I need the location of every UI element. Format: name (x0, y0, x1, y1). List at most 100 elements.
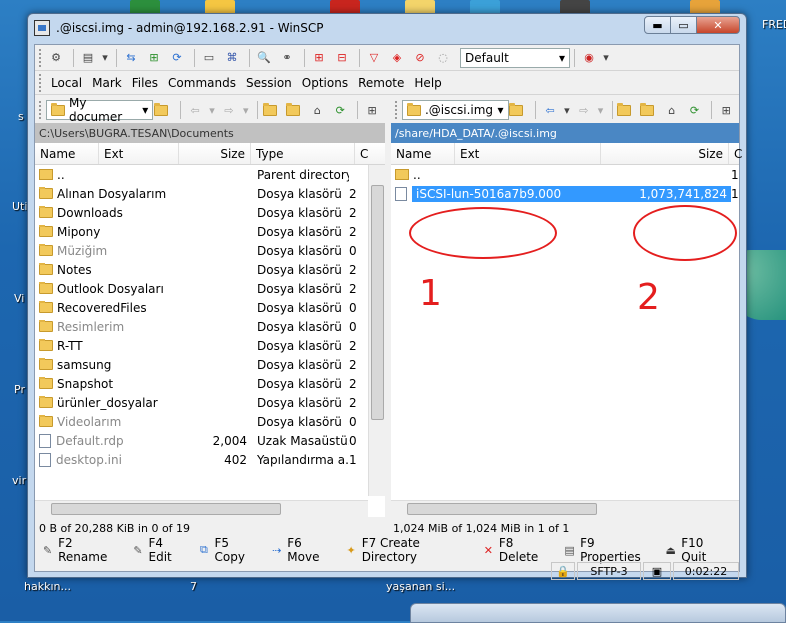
fkey-button[interactable]: ✦ F7 Create Directory (345, 536, 472, 564)
column-ext[interactable]: Ext (99, 143, 179, 164)
scrollbar-thumb[interactable] (407, 503, 597, 515)
menu-session[interactable]: Session (241, 76, 297, 90)
table-row[interactable]: RecoveredFiles Dosya klasörü 0 (35, 298, 385, 317)
column-name[interactable]: Name (35, 143, 99, 164)
menu-options[interactable]: Options (297, 76, 353, 90)
menu-files[interactable]: Files (127, 76, 163, 90)
menu-mark[interactable]: Mark (87, 76, 127, 90)
table-row[interactable]: Outlook Dosyaları Dosya klasörü 2 (35, 279, 385, 298)
dropdown-arrow-icon[interactable]: ▾ (101, 49, 109, 67)
refresh-icon[interactable]: ⟳ (685, 101, 705, 119)
keep-up-to-date-icon[interactable]: ⚭ (277, 49, 297, 67)
synchronize-icon[interactable]: ⇆ (121, 49, 141, 67)
fkey-button[interactable]: ✕ F8 Delete (482, 536, 553, 564)
column-changed[interactable]: C (729, 143, 742, 164)
globe-icon[interactable]: ◉ (579, 49, 599, 67)
fkey-button[interactable]: ⧉ F5 Copy (197, 536, 260, 564)
forward-arrow-icon[interactable]: ⇨ (574, 101, 594, 119)
table-row[interactable]: Snapshot Dosya klasörü 2 (35, 374, 385, 393)
table-row[interactable]: Resimlerim Dosya klasörü 0 (35, 317, 385, 336)
local-horizontal-scrollbar[interactable] (35, 500, 368, 517)
menu-commands[interactable]: Commands (163, 76, 241, 90)
dropdown-arrow-icon[interactable]: ▾ (563, 101, 571, 119)
table-row[interactable]: Videolarım Dosya klasörü 0 (35, 412, 385, 431)
putty-icon[interactable]: ⌘ (222, 49, 242, 67)
table-row[interactable]: desktop.ini 402 Yapılandırma a... 1 (35, 450, 385, 469)
column-name[interactable]: Name (391, 143, 455, 164)
root-directory-icon[interactable] (285, 101, 305, 119)
table-row[interactable]: .. 1 (391, 165, 739, 184)
console-icon[interactable]: ▭ (199, 49, 219, 67)
remote-horizontal-scrollbar[interactable] (391, 500, 739, 517)
background-window[interactable] (410, 603, 786, 623)
maximize-button[interactable]: ▭ (670, 16, 697, 34)
home-icon[interactable]: ⌂ (307, 101, 327, 119)
refresh-icon[interactable]: ⟳ (330, 101, 350, 119)
root-directory-icon[interactable] (639, 101, 659, 119)
title-bar[interactable]: .@iscsi.img - admin@192.168.2.91 - WinSC… (28, 14, 746, 42)
forward-arrow-icon[interactable]: ⇨ (219, 101, 239, 119)
table-row[interactable]: Müziğim Dosya klasörü 0 (35, 241, 385, 260)
table-row[interactable]: Default.rdp 2,004 Uzak Masaüstü... 0 (35, 431, 385, 450)
table-row[interactable]: R-TT Dosya klasörü 2 (35, 336, 385, 355)
queue-icon[interactable]: ▤ (78, 49, 98, 67)
fkey-button[interactable]: ✎ F4 Edit (131, 536, 187, 564)
toolbar-grip[interactable] (39, 101, 42, 119)
table-row[interactable]: Alınan Dosyalarım Dosya klasörü 2 (35, 184, 385, 203)
refresh-icon[interactable]: ⟳ (167, 49, 187, 67)
table-row[interactable]: Mipony Dosya klasörü 2 (35, 222, 385, 241)
tree-view-icon[interactable]: ⊞ (362, 101, 382, 119)
local-location-combo[interactable]: My documer ▾ (46, 96, 154, 124)
home-icon[interactable]: ⌂ (662, 101, 682, 119)
table-row[interactable]: samsung Dosya klasörü 2 (35, 355, 385, 374)
back-arrow-icon[interactable]: ⇦ (185, 101, 205, 119)
dropdown-arrow-icon[interactable]: ▾ (602, 49, 610, 67)
remote-location-combo[interactable]: .@iscsi.img ▾ (401, 100, 509, 120)
column-type[interactable]: Type (251, 143, 355, 164)
menu-local[interactable]: Local (46, 76, 87, 90)
gear-icon[interactable]: ⚙ (46, 49, 66, 67)
scrollbar-thumb[interactable] (51, 503, 281, 515)
table-row[interactable]: Downloads Dosya klasörü 2 (35, 203, 385, 222)
compare-icon[interactable]: ⊞ (144, 49, 164, 67)
back-arrow-icon[interactable]: ⇦ (540, 101, 560, 119)
minimize-button[interactable]: ▬ (644, 16, 671, 34)
open-folder-icon[interactable] (153, 101, 173, 119)
clear-selection-icon[interactable]: ⊘ (410, 49, 430, 67)
table-row[interactable]: Notes Dosya klasörü 2 (35, 260, 385, 279)
fkey-button[interactable]: ⏏ F10 Quit (664, 536, 729, 564)
menu-remote[interactable]: Remote (353, 76, 409, 90)
fkey-button[interactable]: ⇢ F6 Move (270, 536, 334, 564)
plus-icon[interactable]: ⊞ (309, 49, 329, 67)
column-changed[interactable]: C (355, 143, 368, 164)
toolbar-grip[interactable] (39, 48, 42, 67)
table-row[interactable]: iSCSI-lun-5016a7b9.000 1,073,741,824 1 (391, 184, 739, 203)
column-size[interactable]: Size (601, 143, 729, 164)
local-path[interactable]: C:\Users\BUGRA.TESAN\Documents (35, 123, 385, 143)
parent-directory-icon[interactable] (262, 101, 282, 119)
column-size[interactable]: Size (179, 143, 251, 164)
table-row[interactable]: .. Parent directory (35, 165, 385, 184)
transfer-settings-icon[interactable]: ◌ (433, 49, 453, 67)
fkey-button[interactable]: ✎ F2 Rename (41, 536, 121, 564)
menu-help[interactable]: Help (409, 76, 446, 90)
dropdown-arrow-icon[interactable]: ▾ (242, 101, 250, 119)
fkey-button[interactable]: ▤ F9 Properties (563, 536, 654, 564)
column-ext[interactable]: Ext (455, 143, 601, 164)
transfer-settings-combo[interactable]: Default ▾ (460, 47, 570, 68)
open-folder-icon[interactable] (509, 101, 529, 119)
dropdown-arrow-icon[interactable]: ▾ (597, 101, 605, 119)
tree-view-icon[interactable]: ⊞ (716, 101, 736, 119)
parent-directory-icon[interactable] (616, 101, 636, 119)
invert-selection-icon[interactable]: ◈ (387, 49, 407, 67)
minus-icon[interactable]: ⊟ (332, 49, 352, 67)
local-vertical-scrollbar[interactable] (368, 165, 385, 496)
close-button[interactable]: ✕ (696, 16, 740, 34)
toolbar-grip[interactable] (395, 101, 398, 119)
find-files-icon[interactable]: 🔍 (254, 49, 274, 67)
table-row[interactable]: ürünler_dosyalar Dosya klasörü 2 (35, 393, 385, 412)
filter-icon[interactable]: ▽ (364, 49, 384, 67)
remote-path[interactable]: /share/HDA_DATA/.@iscsi.img (391, 123, 739, 143)
menu-grip[interactable] (39, 73, 42, 92)
dropdown-arrow-icon[interactable]: ▾ (208, 101, 216, 119)
